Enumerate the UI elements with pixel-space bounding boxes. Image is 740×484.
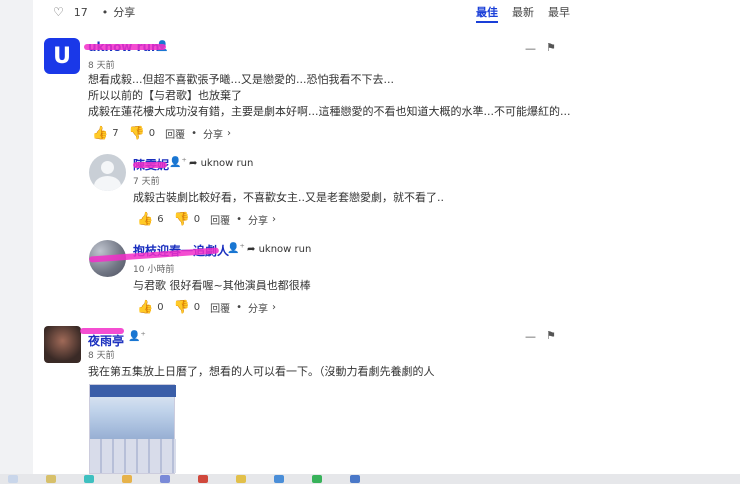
add-user-icon[interactable]: 👤⁺: [128, 331, 146, 342]
heart-icon[interactable]: ♡: [53, 5, 64, 19]
collapse-icon[interactable]: —: [525, 330, 536, 343]
comment-actions: 👍 7 👎 0 回覆 • 分享 ›: [92, 126, 231, 141]
reply-button[interactable]: 回覆: [210, 300, 230, 315]
thumbnail-banner: [90, 385, 176, 397]
attached-image-thumbnail[interactable]: [89, 384, 176, 474]
thumbs-up-icon[interactable]: 👍: [137, 300, 153, 315]
tab-best[interactable]: 最佳: [476, 4, 498, 23]
chevron-down-icon[interactable]: ›: [272, 302, 276, 313]
thumbs-down-icon[interactable]: 👎: [129, 126, 145, 141]
taskbar: [0, 474, 740, 484]
dot-separator: •: [236, 214, 243, 225]
left-pane: [0, 0, 33, 484]
comments-panel: ♡ 17 • 分享 最佳 最新 最早 U uknow run 👤 8 天前 想看…: [33, 0, 740, 474]
comment-4: 夜雨亭 👤⁺ 8 天前 我在第五集放上日曆了，想看的人可以看一下。（沒動力看劇先…: [44, 326, 734, 386]
add-user-icon[interactable]: 👤⁺: [227, 243, 245, 254]
highlight-mark: [84, 44, 166, 50]
reply-arrow-icon: ➦: [247, 244, 256, 255]
reply-button[interactable]: 回覆: [210, 212, 230, 227]
thumbnail-calendar: [90, 439, 176, 473]
reply-to-user[interactable]: uknow run: [259, 244, 312, 255]
dislike-count: 0: [193, 302, 201, 313]
dot-separator: •: [101, 5, 109, 19]
comment-line-3: 成毅在蓮花樓大成功沒有錯，主要是劇本好啊...這種戀愛的不看也知道大概的水準..…: [88, 105, 571, 118]
tab-newest[interactable]: 最新: [512, 4, 534, 23]
comment-actions: 👍 0 👎 0 回覆 • 分享 ›: [137, 300, 276, 315]
share-button[interactable]: 分享: [248, 300, 268, 315]
reply-button[interactable]: 回覆: [165, 126, 185, 141]
share-button[interactable]: 分享: [203, 126, 223, 141]
avatar-head: [101, 161, 114, 174]
share-button[interactable]: 分享: [248, 212, 268, 227]
taskbar-app-icon[interactable]: [8, 475, 18, 483]
taskbar-app-icon[interactable]: [122, 475, 132, 483]
comment-line-2: 所以以前的【与君歌】也放棄了: [88, 89, 242, 102]
comment-time: 8 天前: [88, 61, 115, 71]
dislike-count: 0: [193, 214, 201, 225]
avatar[interactable]: [89, 154, 126, 191]
reply-to-user[interactable]: uknow run: [201, 158, 254, 169]
reply-to: ➦ uknow run: [189, 158, 253, 169]
comment-3: 抱枝迎春一追劇人 👤⁺ ➦ uknow run 10 小時前 与君歌 很好看喔~…: [88, 240, 729, 316]
comment-author[interactable]: 夜雨亭: [88, 332, 124, 349]
like-count: 7: [112, 128, 119, 139]
flag-icon[interactable]: ⚑: [546, 329, 556, 342]
chevron-down-icon[interactable]: ›: [227, 128, 231, 139]
comment-1: U uknow run 👤 8 天前 想看成毅...但超不喜歡張予曦...又是戀…: [44, 38, 734, 148]
article-actions: ♡ 17 • 分享: [53, 4, 135, 20]
comment-line-1: 想看成毅...但超不喜歡張予曦...又是戀愛的...恐怕我看不下去...: [88, 73, 394, 86]
comment-time: 8 天前: [88, 351, 115, 361]
comment-line-1: 与君歌 很好看喔~其他演員也都很棒: [133, 279, 311, 292]
taskbar-app-icon[interactable]: [160, 475, 170, 483]
taskbar-app-icon[interactable]: [46, 475, 56, 483]
like-count: 17: [73, 5, 88, 19]
highlight-mark: [80, 328, 124, 334]
chevron-down-icon[interactable]: ›: [272, 214, 276, 225]
thumbs-down-icon[interactable]: 👎: [174, 212, 190, 227]
like-count: 0: [157, 302, 164, 313]
taskbar-app-icon[interactable]: [84, 475, 94, 483]
thumbs-down-icon[interactable]: 👎: [174, 300, 190, 315]
comment-line-1: 成毅古裝劇比較好看，不喜歡女主..又是老套戀愛劇，就不看了..: [133, 191, 444, 204]
avatar[interactable]: U: [44, 38, 80, 74]
dot-separator: •: [236, 302, 243, 313]
add-user-icon[interactable]: 👤⁺: [169, 157, 187, 168]
taskbar-app-icon[interactable]: [198, 475, 208, 483]
taskbar-app-icon[interactable]: [274, 475, 284, 483]
avatar[interactable]: [44, 326, 81, 363]
comment-time: 7 天前: [133, 177, 160, 187]
tab-oldest[interactable]: 最早: [548, 4, 570, 23]
thumbs-up-icon[interactable]: 👍: [137, 212, 153, 227]
comment-actions: 👍 6 👎 0 回覆 • 分享 ›: [137, 212, 276, 227]
flag-icon[interactable]: ⚑: [546, 41, 556, 54]
taskbar-app-icon[interactable]: [350, 475, 360, 483]
reply-to: ➦ uknow run: [247, 244, 311, 255]
taskbar-app-icon[interactable]: [312, 475, 322, 483]
reply-arrow-icon: ➦: [189, 158, 198, 169]
share-link[interactable]: 分享: [113, 4, 135, 20]
comment-2: 陳雯妮 👤⁺ ➦ uknow run 7 天前 成毅古裝劇比較好看，不喜歡女主.…: [89, 154, 729, 230]
sort-tabs: 最佳 最新 最早: [476, 4, 570, 23]
dot-separator: •: [191, 128, 198, 139]
comment-line-1: 我在第五集放上日曆了，想看的人可以看一下。（沒動力看劇先養劇的人: [88, 365, 435, 378]
collapse-icon[interactable]: —: [525, 42, 536, 55]
highlight-mark: [133, 162, 167, 168]
page: ♡ 17 • 分享 最佳 最新 最早 U uknow run 👤 8 天前 想看…: [0, 0, 740, 484]
thumbs-up-icon[interactable]: 👍: [92, 126, 108, 141]
dislike-count: 0: [148, 128, 156, 139]
like-count: 6: [157, 214, 164, 225]
comment-time: 10 小時前: [133, 265, 175, 275]
taskbar-app-icon[interactable]: [236, 475, 246, 483]
avatar-body: [94, 176, 121, 191]
